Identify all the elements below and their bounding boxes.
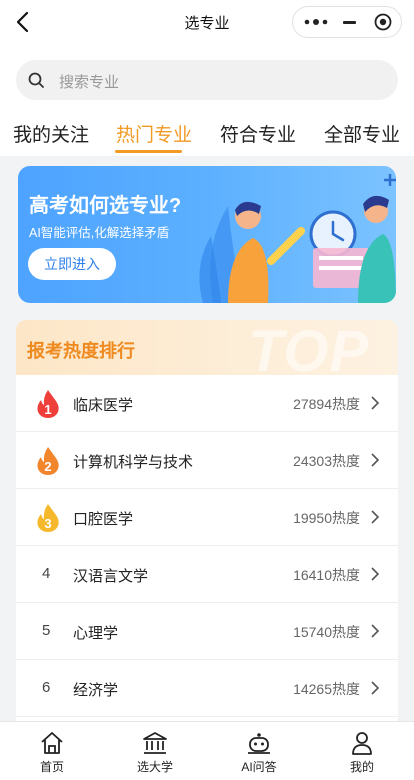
major-name: 计算机科学与技术 [73,454,194,471]
rank-number: 4 [42,565,51,582]
home-icon [41,732,63,754]
minimize-icon[interactable] [343,21,356,24]
major-name: 口腔医学 [73,511,134,528]
heat-value: 19950热度 [293,510,360,526]
chevron-right-icon [371,681,380,695]
search-section: 搜索专业 [0,44,414,108]
bottom-nav-bar: 首页 选大学 AI问答 我的 [0,721,414,780]
heat-ranking-card: TOP 报考热度排行 1 临床医学 27894热度 2 计算机科学与技术 243… [16,320,398,722]
category-tabs: 我的关注 热门专业 符合专业 全部专业 [0,108,414,156]
svg-text:1: 1 [44,402,51,417]
chevron-right-icon [371,453,380,467]
search-input[interactable]: 搜索专业 [16,60,398,100]
search-icon [28,72,44,88]
ranking-row-2[interactable]: 2 计算机科学与技术 24303热度 [16,432,398,489]
enter-now-button[interactable]: 立即进入 [28,248,116,280]
ranking-row-1[interactable]: 1 临床医学 27894热度 [16,375,398,432]
nav-university-label: 选大学 [136,760,173,774]
heat-value: 27894热度 [293,396,360,412]
ranking-row-3[interactable]: 3 口腔医学 19950热度 [16,489,398,546]
mini-program-capsule [292,6,402,38]
rank-1-flame-icon: 1 [37,390,59,418]
user-icon [352,732,372,755]
svg-text:3: 3 [44,516,51,531]
chevron-right-icon [371,624,380,638]
chevron-right-icon [371,510,380,524]
svg-text:2: 2 [44,459,51,474]
banner-title: 高考如何选专业? [29,195,182,217]
close-target-icon[interactable] [374,13,392,31]
rank-number: 5 [42,622,51,639]
ranking-row-5[interactable]: 5 心理学 15740热度 [16,603,398,660]
banner-illustration [199,174,396,303]
tab-hot-majors[interactable]: 热门专业 [116,120,192,147]
banner-subtitle: AI智能评估,化解选择矛盾 [29,226,170,240]
tab-matching-majors[interactable]: 符合专业 [220,120,296,147]
ranking-row-4[interactable]: 4 汉语言文学 16410热度 [16,546,398,603]
search-placeholder: 搜索专业 [59,74,120,91]
robot-icon [248,733,270,754]
nav-home-label: 首页 [39,760,64,774]
major-name: 汉语言文学 [73,568,149,585]
tab-my-follow[interactable]: 我的关注 [13,120,89,147]
nav-ai-qa[interactable]: AI问答 [229,730,289,775]
major-name: 临床医学 [73,397,134,414]
nav-university[interactable]: 选大学 [125,730,185,775]
promo-banner[interactable]: 高考如何选专业? AI智能评估,化解选择矛盾 立即进入 [18,166,396,303]
nav-mine[interactable]: 我的 [332,730,392,775]
chevron-right-icon [371,396,380,410]
chevron-right-icon [371,567,380,581]
nav-home[interactable]: 首页 [22,730,82,775]
tab-all-majors[interactable]: 全部专业 [324,120,400,147]
heat-value: 14265热度 [293,681,360,697]
ranking-title: 报考热度排行 [27,341,135,361]
heat-value: 24303热度 [293,453,360,469]
nav-ai-qa-label: AI问答 [241,760,277,774]
heat-value: 16410热度 [293,567,360,583]
ranking-header: TOP 报考热度排行 [16,320,398,384]
active-tab-indicator [115,150,182,153]
rank-3-flame-icon: 3 [37,504,59,532]
major-name: 经济学 [73,682,119,699]
ranking-row-6[interactable]: 6 经济学 14265热度 [16,660,398,717]
major-name: 心理学 [73,625,119,642]
nav-mine-label: 我的 [349,760,374,774]
rank-number: 6 [42,679,51,696]
university-icon [143,732,167,754]
rank-2-flame-icon: 2 [37,447,59,475]
more-dots-icon[interactable] [303,15,329,29]
top-bar: 选专业 [0,0,414,44]
heat-value: 15740热度 [293,624,360,640]
